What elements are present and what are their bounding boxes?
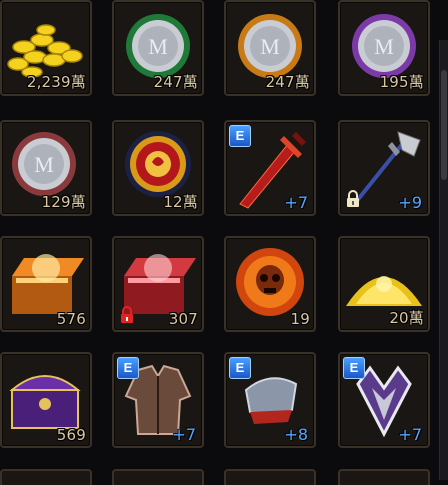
inventory-scrollbar[interactable] xyxy=(439,40,448,480)
inventory-slot-9[interactable]: 576 xyxy=(0,236,92,332)
svg-text:M: M xyxy=(148,34,168,59)
inventory-slot-12[interactable]: 20萬 xyxy=(338,236,430,332)
inventory-slot-5[interactable]: M 129萬 xyxy=(0,120,92,216)
item-count: 2,239萬 xyxy=(26,73,86,91)
inventory-grid: 2,239萬 M 247萬 M 247萬 M 195萬 M 129萬 12萬 E… xyxy=(0,0,448,485)
enhance-badge: E xyxy=(343,357,365,379)
item-count: 576 xyxy=(56,310,86,328)
item-count: 195萬 xyxy=(379,73,424,91)
scrollbar-thumb[interactable] xyxy=(441,70,447,180)
enhance-badge: E xyxy=(117,357,139,379)
enhance-level: +9 xyxy=(398,193,422,212)
inventory-slot-2[interactable]: M 247萬 xyxy=(112,0,204,96)
inventory-slot-8[interactable]: +9 xyxy=(338,120,430,216)
inventory-slot-11[interactable]: 19 xyxy=(224,236,316,332)
lock-icon xyxy=(347,190,359,207)
inventory-slot-15[interactable]: E +8 xyxy=(224,352,316,448)
enhance-level: +7 xyxy=(172,425,196,444)
item-count: 307 xyxy=(168,310,198,328)
svg-text:M: M xyxy=(34,152,54,177)
enhance-level: +7 xyxy=(284,193,308,212)
item-count: 247萬 xyxy=(265,73,310,91)
enhance-badge: E xyxy=(229,125,251,147)
enhance-level: +7 xyxy=(398,425,422,444)
inventory-slot-3[interactable]: M 247萬 xyxy=(224,0,316,96)
item-count: 12萬 xyxy=(163,193,198,211)
lock-icon xyxy=(121,306,133,323)
inventory-slot-6[interactable]: 12萬 xyxy=(112,120,204,216)
inventory-slot-1[interactable]: 2,239萬 xyxy=(0,0,92,96)
inventory-slot-16[interactable]: E +7 xyxy=(338,352,430,448)
item-count: 129萬 xyxy=(41,193,86,211)
inventory-slot-4[interactable]: M 195萬 xyxy=(338,0,430,96)
item-count: 20萬 xyxy=(389,309,424,327)
svg-text:M: M xyxy=(260,34,280,59)
item-count: 569 xyxy=(56,426,86,444)
item-count: 247萬 xyxy=(153,73,198,91)
enhance-badge: E xyxy=(229,357,251,379)
inventory-slot-7[interactable]: E +7 xyxy=(224,120,316,216)
inventory-slot-10[interactable]: 307 xyxy=(112,236,204,332)
enhance-level: +8 xyxy=(284,425,308,444)
svg-text:M: M xyxy=(374,34,394,59)
inventory-slot-13[interactable]: 569 xyxy=(0,352,92,448)
inventory-slot-14[interactable]: E +7 xyxy=(112,352,204,448)
item-count: 19 xyxy=(290,310,310,328)
